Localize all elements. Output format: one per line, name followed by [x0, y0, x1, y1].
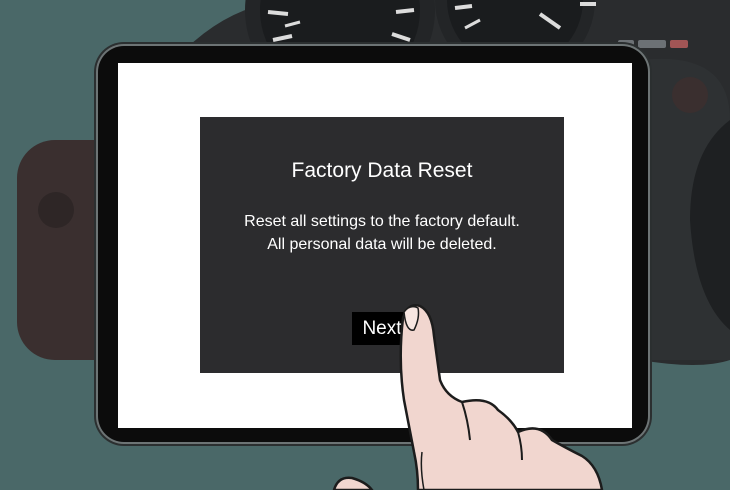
- next-button[interactable]: Next: [352, 312, 412, 345]
- dialog-message-line-1: Reset all settings to the factory defaul…: [244, 213, 520, 230]
- factory-reset-dialog: Factory Data Reset Reset all settings to…: [200, 117, 564, 373]
- dialog-title: Factory Data Reset: [291, 159, 473, 182]
- tablet-screen: Factory Data Reset Reset all settings to…: [118, 63, 632, 428]
- dialog-message-line-2: All personal data will be deleted.: [267, 236, 497, 253]
- tablet-device: Factory Data Reset Reset all settings to…: [98, 46, 648, 442]
- dialog-message: Reset all settings to the factory defaul…: [200, 210, 564, 256]
